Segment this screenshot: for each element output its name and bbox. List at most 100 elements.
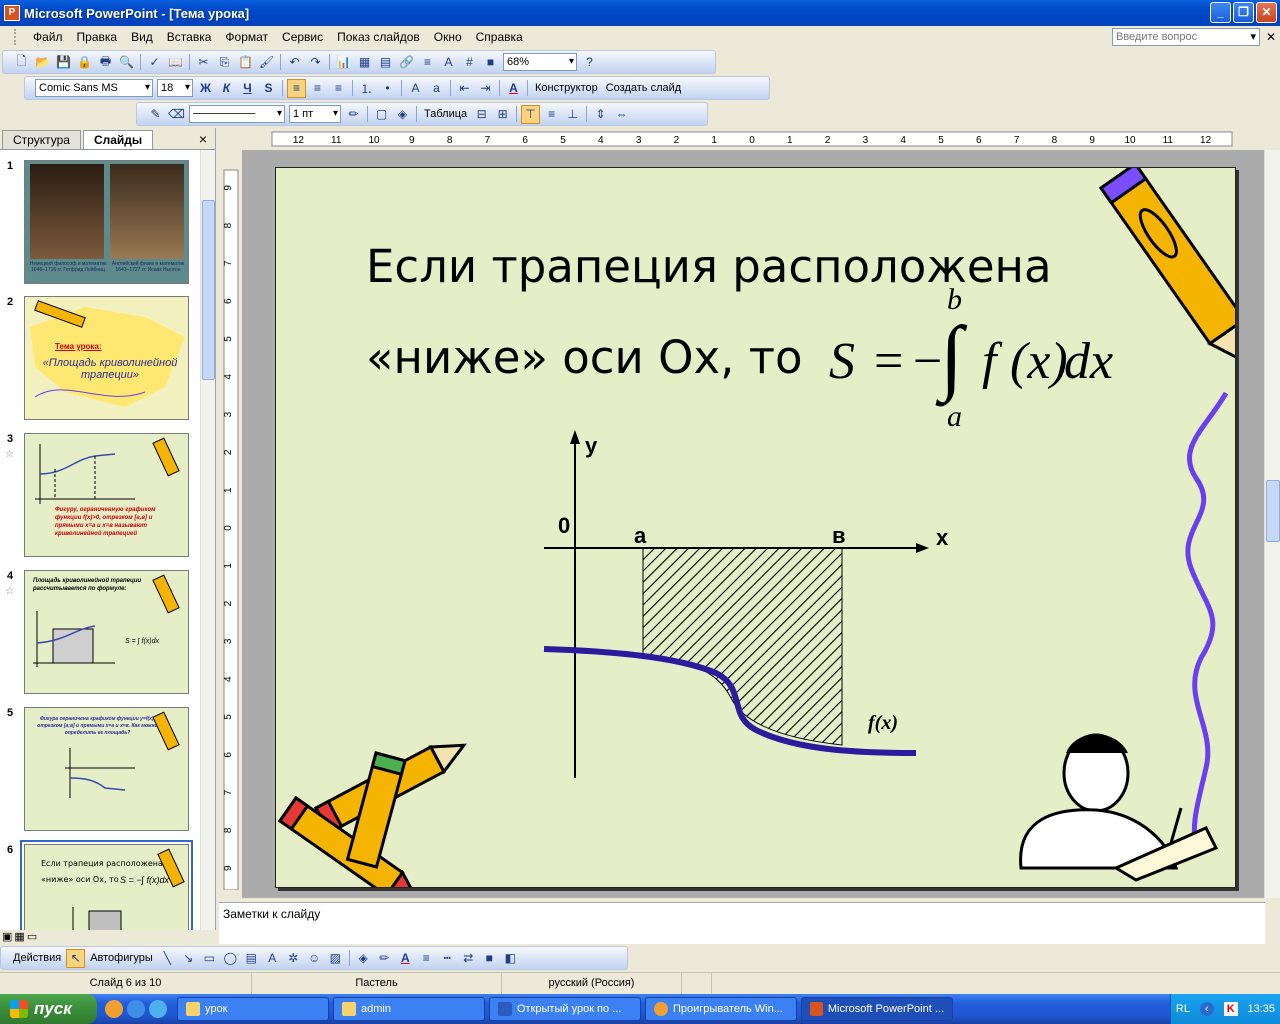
powerpoint-app-icon[interactable]: P	[4, 5, 20, 21]
picture-icon[interactable]: ▨	[326, 949, 345, 968]
distribute-rows-icon[interactable]: ⇕	[591, 105, 610, 124]
line-icon[interactable]: ╲	[158, 949, 177, 968]
slide-scrollbar[interactable]	[1264, 150, 1280, 898]
slide-thumbnail-1[interactable]: Немецкий философ и математик 1646–1716 г…	[24, 160, 189, 284]
firefox-icon[interactable]	[105, 1000, 123, 1018]
normal-view-icon[interactable]: ▣	[2, 930, 12, 944]
fill-color-icon[interactable]: ◈	[393, 105, 412, 124]
clipart-icon[interactable]: ☺	[305, 949, 324, 968]
task-media-player[interactable]: Проигрыватель Win...	[645, 997, 797, 1021]
actions-menu[interactable]: Действия	[9, 952, 65, 964]
task-word-doc[interactable]: Открытый урок по ...	[489, 997, 641, 1021]
menu-help[interactable]: Справка	[469, 30, 530, 44]
slideshow-view-icon[interactable]: ▭	[27, 930, 37, 944]
cut-icon[interactable]: ✂	[194, 53, 213, 72]
border-style-select[interactable]: ────────	[189, 105, 285, 123]
task-urok[interactable]: урок	[177, 997, 329, 1021]
notes-pane[interactable]: Заметки к слайду	[219, 902, 1265, 944]
task-admin[interactable]: admin	[333, 997, 485, 1021]
merge-cells-icon[interactable]: ⊟	[472, 105, 491, 124]
decrease-font-icon[interactable]: a	[427, 79, 446, 98]
table-menu-button[interactable]: Таблица	[420, 108, 471, 120]
menu-tools[interactable]: Сервис	[275, 30, 330, 44]
shadow-button[interactable]: S	[259, 79, 278, 98]
insert-table-icon[interactable]: ▦	[355, 53, 374, 72]
slide-thumbnail-2[interactable]: Тема урока: «Площадь криволинейной трапе…	[24, 296, 189, 420]
document-close-icon[interactable]: ✕	[1266, 30, 1276, 44]
split-cells-icon[interactable]: ⊞	[493, 105, 512, 124]
underline-button[interactable]: Ч	[238, 79, 257, 98]
pane-close-icon[interactable]: ×	[199, 131, 207, 149]
sorter-view-icon[interactable]: ▦	[14, 930, 24, 944]
draw-table-icon[interactable]: ✎	[146, 105, 165, 124]
font-select[interactable]: Comic Sans MS	[35, 79, 153, 97]
new-slide-button[interactable]: Создать слайд	[602, 82, 685, 94]
antivirus-icon[interactable]: K	[1223, 1002, 1238, 1016]
dash-style-icon[interactable]: ┅	[438, 949, 457, 968]
save-icon[interactable]: 💾	[54, 53, 73, 72]
show-formatting-icon[interactable]: A	[439, 53, 458, 72]
research-icon[interactable]: 📖	[166, 53, 185, 72]
wordart-icon[interactable]: A	[263, 949, 282, 968]
format-painter-icon[interactable]: 🖌	[257, 53, 276, 72]
menu-grip[interactable]	[14, 29, 20, 45]
3d-style-icon[interactable]: ◧	[501, 949, 520, 968]
help-icon[interactable]: ?	[580, 53, 599, 72]
tab-outline[interactable]: Структура	[2, 130, 81, 149]
menu-insert[interactable]: Вставка	[160, 30, 219, 44]
grid-icon[interactable]: #	[460, 53, 479, 72]
textbox-icon[interactable]: ▤	[242, 949, 261, 968]
new-icon[interactable]: 🗋	[12, 53, 31, 72]
borders-icon[interactable]: ▢	[372, 105, 391, 124]
eraser-icon[interactable]: ⌫	[167, 105, 186, 124]
menu-file[interactable]: Файл	[26, 30, 70, 44]
menu-format[interactable]: Формат	[218, 30, 275, 44]
slides-pane-scrollbar[interactable]	[200, 150, 215, 930]
menu-edit[interactable]: Правка	[70, 30, 125, 44]
line-style-icon[interactable]: ≡	[417, 949, 436, 968]
align-bottom-icon[interactable]: ⊥	[563, 105, 582, 124]
close-button[interactable]: ✕	[1256, 2, 1277, 23]
ie-icon[interactable]	[127, 1000, 145, 1018]
menu-window[interactable]: Окно	[427, 30, 469, 44]
slide-thumbnail-4[interactable]: Площадь криволинейной трапеции рассчитыв…	[24, 570, 189, 694]
tray-arrow-icon[interactable]: ‹	[1199, 1002, 1214, 1016]
start-button[interactable]: пуск	[0, 994, 97, 1024]
tables-borders-icon[interactable]: ▤	[376, 53, 395, 72]
rectangle-icon[interactable]: ▭	[200, 949, 219, 968]
border-color-icon[interactable]: ✏	[344, 105, 363, 124]
diagram-icon[interactable]: ✲	[284, 949, 303, 968]
oval-icon[interactable]: ◯	[221, 949, 240, 968]
font-color-icon[interactable]: A	[396, 949, 415, 968]
insert-chart-icon[interactable]: 📊	[334, 53, 353, 72]
print-icon[interactable]: 🖶	[96, 53, 115, 72]
distribute-columns-icon[interactable]: ⇔	[612, 105, 631, 124]
autoshapes-menu[interactable]: Автофигуры	[86, 952, 157, 964]
select-arrow-icon[interactable]: ↖	[66, 948, 86, 968]
tab-slides[interactable]: Слайды	[82, 130, 154, 149]
decrease-indent-icon[interactable]: ⇤	[455, 79, 474, 98]
border-width-select[interactable]: 1 пт	[289, 105, 341, 123]
italic-button[interactable]: К	[217, 79, 236, 98]
design-button[interactable]: Конструктор	[531, 82, 602, 94]
align-top-icon[interactable]: ⊤	[521, 104, 541, 124]
show-desktop-icon[interactable]	[149, 1000, 167, 1018]
align-middle-icon[interactable]: ≡	[542, 105, 561, 124]
font-color-icon[interactable]: A	[504, 79, 523, 98]
align-center-icon[interactable]: ≡	[308, 79, 327, 98]
slide-thumbnail-3[interactable]: Фигуру, ограниченную графиком функции f(…	[24, 433, 189, 557]
font-size-select[interactable]: 18	[157, 79, 193, 97]
open-icon[interactable]: 📂	[33, 53, 52, 72]
align-left-icon[interactable]: ≡	[287, 78, 306, 98]
menu-slideshow[interactable]: Показ слайдов	[330, 30, 427, 44]
numbering-icon[interactable]: ⒈	[357, 79, 376, 98]
task-powerpoint[interactable]: Microsoft PowerPoint ...	[801, 997, 953, 1021]
arrow-icon[interactable]: ↘	[179, 949, 198, 968]
language-indicator[interactable]: RL	[1176, 1003, 1190, 1015]
slide-thumbnail-6[interactable]: Если трапеция расположена «ниже» оси Ox,…	[20, 840, 193, 930]
horizontal-ruler[interactable]: 12 11 10 9 8 7 6 5 4 3 2 1 0 1 2 3 4 5 6 7 8 9 10 11 12	[222, 130, 1262, 148]
permission-icon[interactable]: 🔒	[75, 53, 94, 72]
slide-thumbnail-5[interactable]: Фигура ограничена графиком функции y=f(x…	[24, 707, 189, 831]
arrow-style-icon[interactable]: ⇄	[459, 949, 478, 968]
line-color-icon[interactable]: ✏	[375, 949, 394, 968]
